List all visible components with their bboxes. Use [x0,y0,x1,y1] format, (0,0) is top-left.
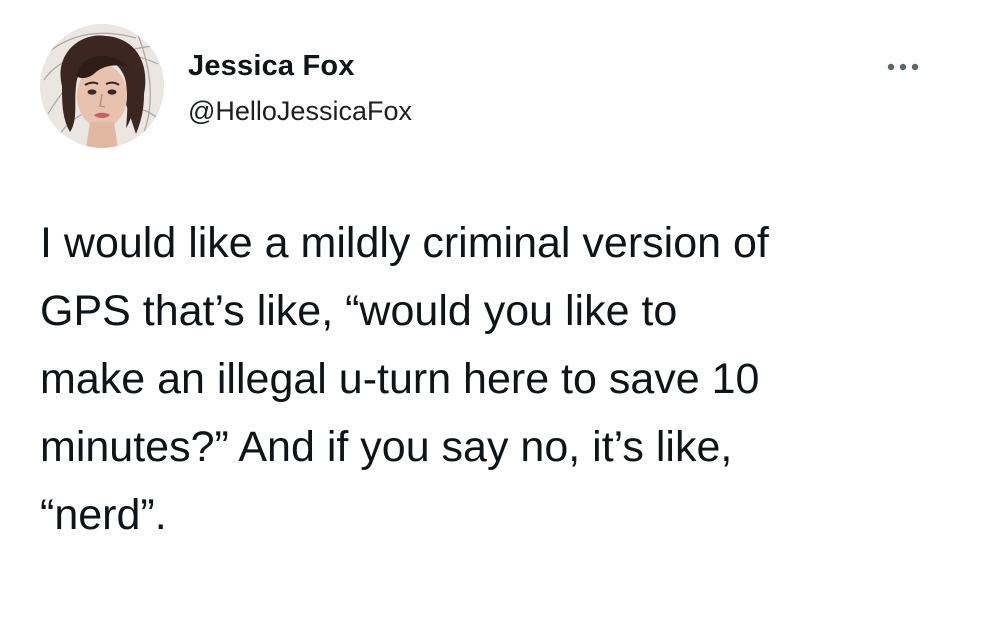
tweet-card: Jessica Fox @HelloJessicaFox I would lik… [0,0,1000,620]
author-handle[interactable]: @HelloJessicaFox [188,96,412,127]
more-options-button[interactable] [880,52,930,82]
ellipsis-icon [887,63,919,71]
tweet-text-line: minutes?” And if you say no, it’s like, [40,423,733,471]
tweet-text-line: make an illegal u-turn here to save 10 [40,355,760,403]
author-display-name[interactable]: Jessica Fox [188,50,355,83]
tweet-text-line: “nerd”. [40,491,167,539]
tweet-text-line: GPS that’s like, “would you like to [40,287,678,335]
tweet-text-line: I would like a mildly criminal version o… [40,219,769,267]
tweet-text: I would like a mildly criminal version o… [40,209,940,549]
avatar-photo-icon [40,24,164,148]
author-avatar[interactable] [40,24,164,148]
